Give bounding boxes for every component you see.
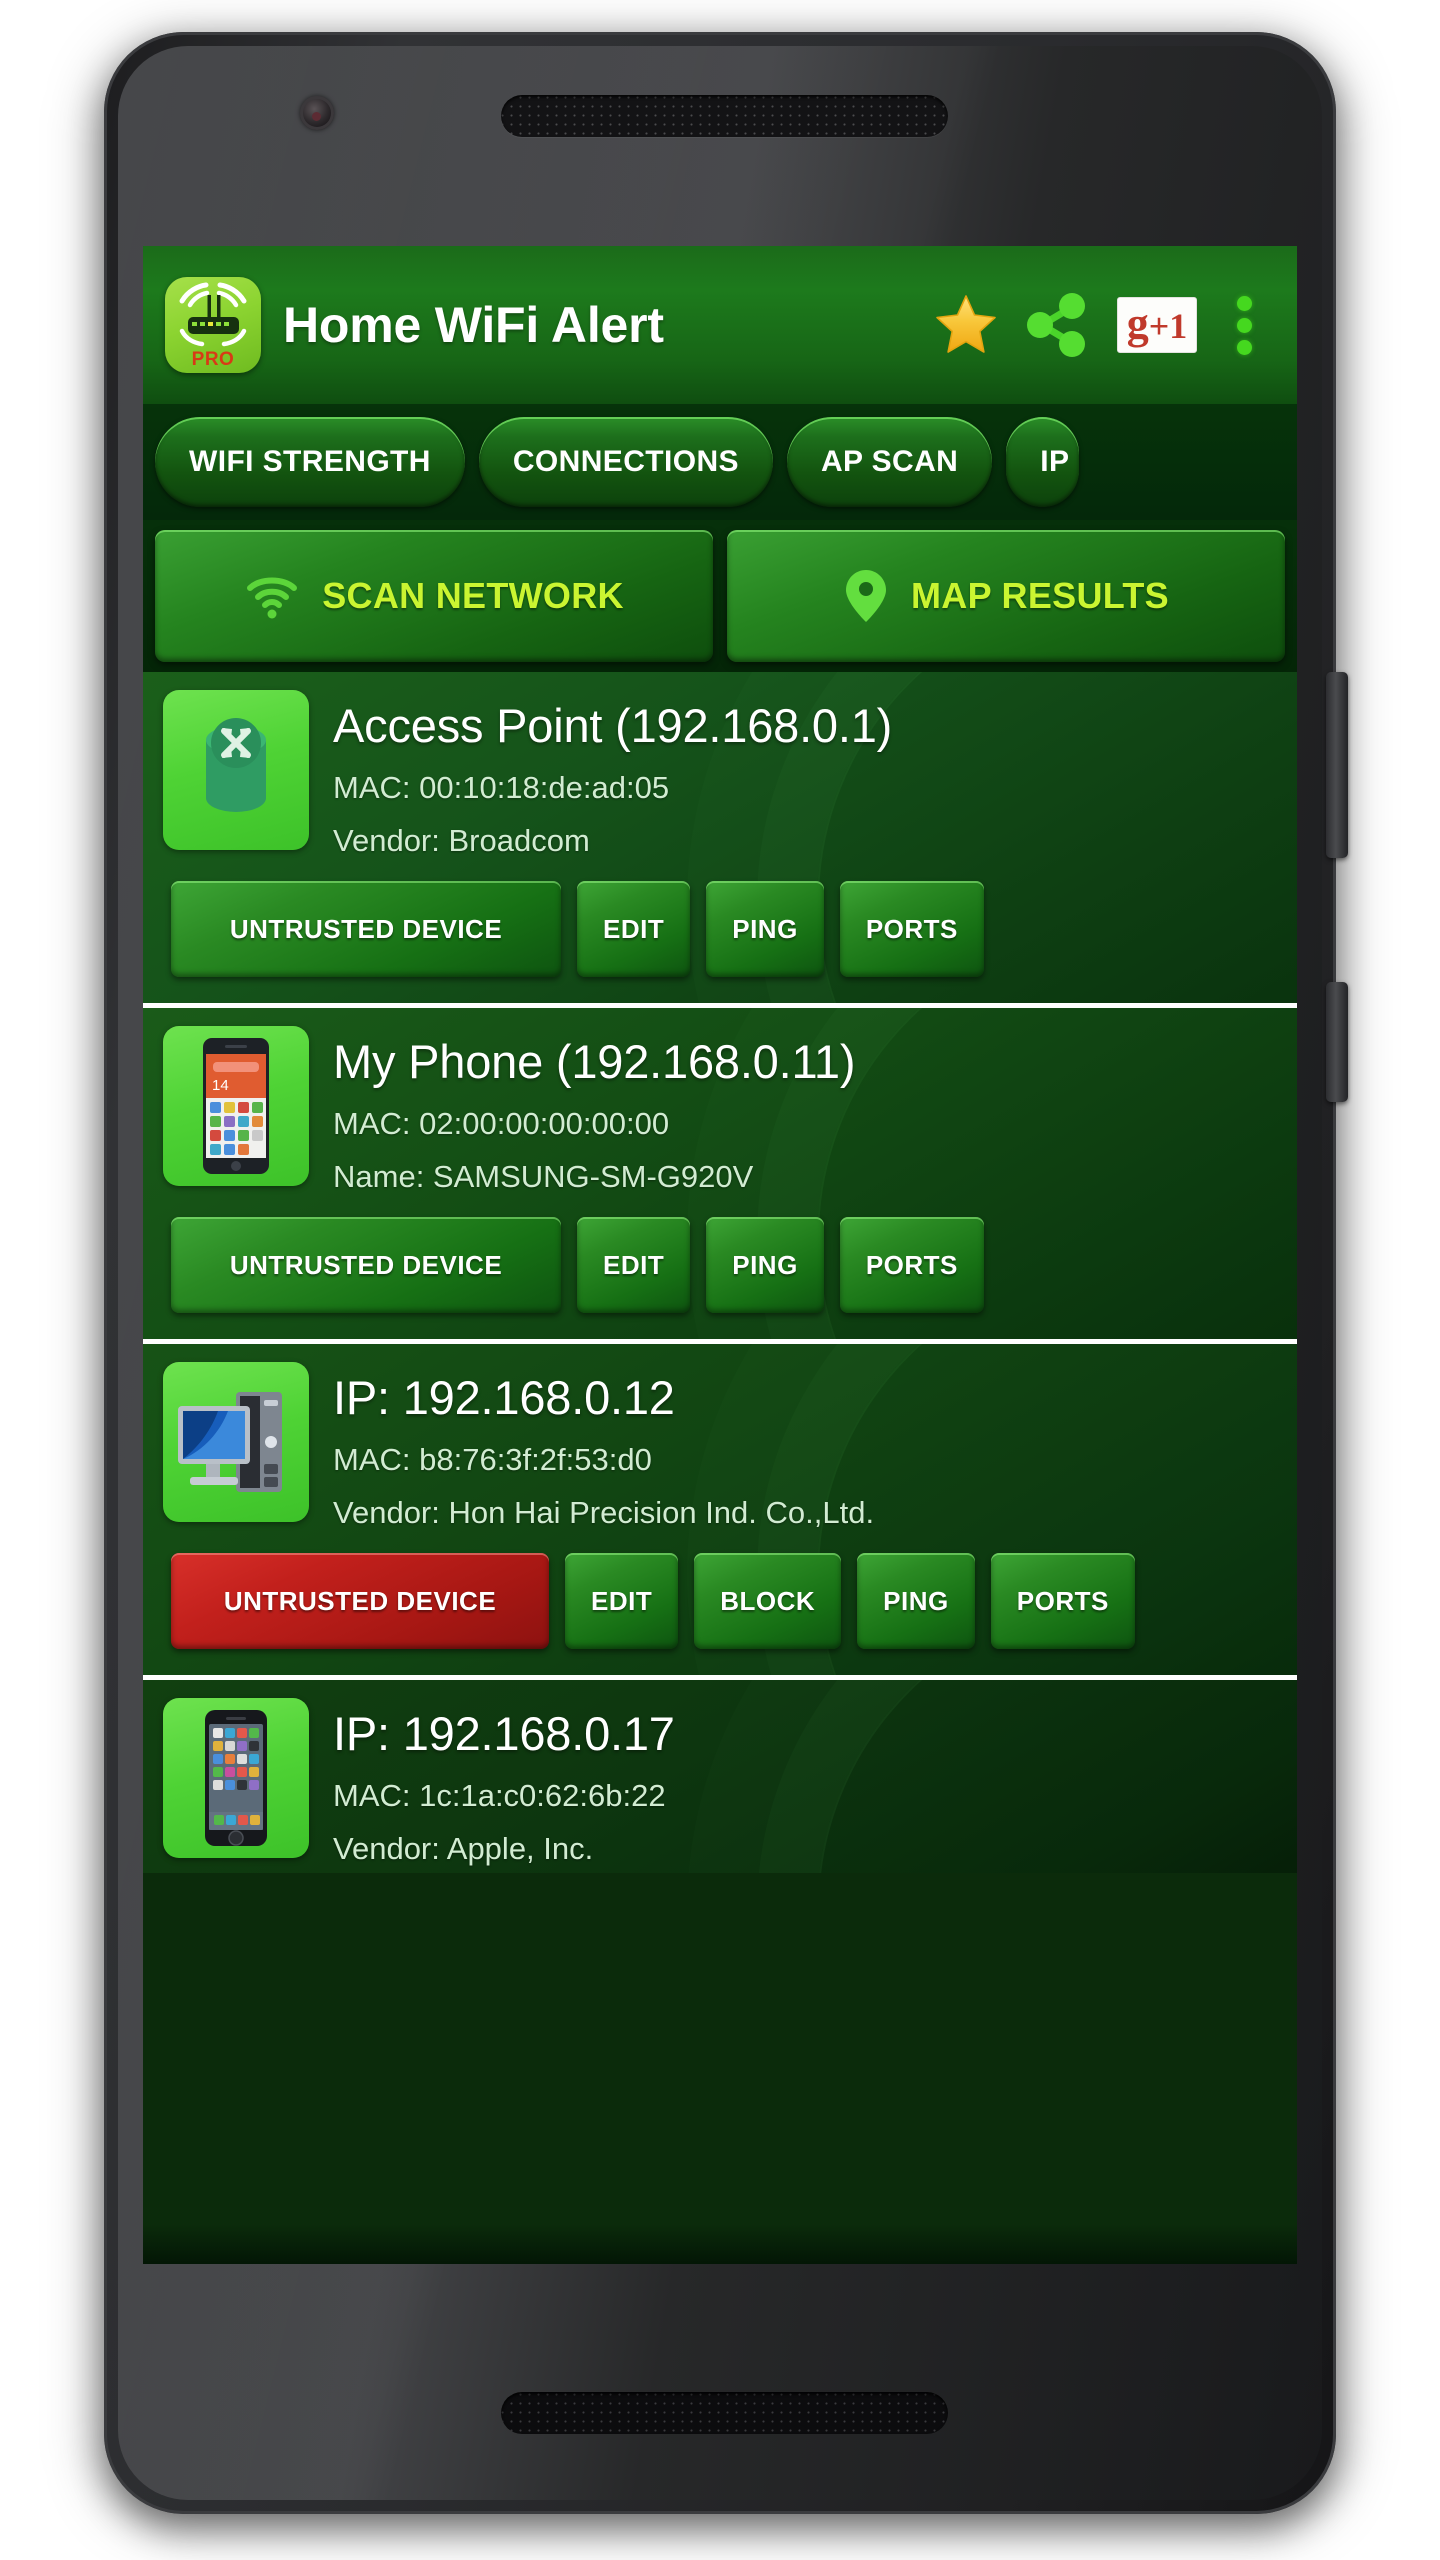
tab-connections[interactable]: CONNECTIONS bbox=[478, 417, 773, 507]
kebab-dot-3 bbox=[1236, 339, 1252, 355]
pro-badge: PRO bbox=[191, 349, 235, 370]
device-vendor: Vendor: Apple, Inc. bbox=[333, 1831, 594, 1866]
camera-lens-dot bbox=[312, 112, 321, 121]
app-bar: PRO Home WiFi Alert g+1 bbox=[143, 246, 1297, 404]
device-title: Access Point (192.168.0.1) bbox=[333, 699, 893, 752]
device-title: IP: 192.168.0.12 bbox=[333, 1371, 675, 1424]
device-row: IP: 192.168.0.12 MAC: b8:76:3f:2f:53:d0 … bbox=[143, 1344, 1297, 1537]
overflow-menu-icon[interactable] bbox=[1209, 289, 1279, 362]
device-row: IP: 192.168.0.17 MAC: 1c:1a:c0:62:6b:22 … bbox=[143, 1680, 1297, 1873]
earpiece-speaker-grille bbox=[501, 95, 948, 137]
device-title: My Phone (192.168.0.11) bbox=[333, 1035, 856, 1088]
trust-toggle-button[interactable]: UNTRUSTED DEVICE bbox=[171, 1553, 549, 1649]
ports-button[interactable]: PORTS bbox=[839, 881, 984, 977]
device-card-iphone[interactable]: IP: 192.168.0.17 MAC: 1c:1a:c0:62:6b:22 … bbox=[143, 1680, 1297, 1873]
screen-bottom-fade bbox=[143, 2224, 1297, 2264]
device-button-row: UNTRUSTED DEVICE EDIT PING PORTS bbox=[143, 1201, 1297, 1339]
iphone-icon bbox=[163, 1698, 309, 1858]
router-device-icon bbox=[163, 690, 309, 850]
tab-strip[interactable]: WIFI STRENGTH CONNECTIONS AP SCAN IP bbox=[143, 404, 1297, 520]
scan-network-button[interactable]: SCAN NETWORK bbox=[155, 530, 713, 662]
device-row: 14 My Phone (192.168.0.11) MAC: 02:00:00… bbox=[143, 1008, 1297, 1201]
map-pin-icon bbox=[846, 570, 886, 622]
app-bar-actions: g+1 bbox=[923, 289, 1279, 362]
power-button[interactable] bbox=[1326, 672, 1348, 858]
screenshot-root: PRO Home WiFi Alert g+1 WIFI STRENGTH CO… bbox=[0, 0, 1440, 2560]
volume-button[interactable] bbox=[1326, 982, 1348, 1102]
device-info: Access Point (192.168.0.1) MAC: 00:10:18… bbox=[333, 690, 892, 859]
ping-button[interactable]: PING bbox=[706, 881, 824, 977]
tab-ap-scan[interactable]: AP SCAN bbox=[786, 417, 993, 507]
device-list[interactable]: Access Point (192.168.0.1) MAC: 00:10:18… bbox=[143, 672, 1297, 1873]
trust-toggle-button[interactable]: UNTRUSTED DEVICE bbox=[171, 881, 561, 977]
edit-button[interactable]: EDIT bbox=[577, 1217, 691, 1313]
device-mac: MAC: 1c:1a:c0:62:6b:22 bbox=[333, 1778, 666, 1813]
ports-button[interactable]: PORTS bbox=[839, 1217, 984, 1313]
device-button-row: UNTRUSTED DEVICE EDIT BLOCK PING PORTS bbox=[143, 1537, 1297, 1675]
primary-action-bar: SCAN NETWORK MAP RESULTS bbox=[143, 520, 1297, 672]
tab-ip[interactable]: IP bbox=[1006, 417, 1080, 507]
map-results-button[interactable]: MAP RESULTS bbox=[727, 530, 1285, 662]
ports-button[interactable]: PORTS bbox=[990, 1553, 1135, 1649]
device-vendor: Vendor: Hon Hai Precision Ind. Co.,Ltd. bbox=[333, 1495, 875, 1530]
google-plus-one-button[interactable]: g+1 bbox=[1105, 297, 1209, 353]
app-screen: PRO Home WiFi Alert g+1 WIFI STRENGTH CO… bbox=[143, 246, 1297, 2264]
edit-button[interactable]: EDIT bbox=[577, 881, 691, 977]
trust-toggle-button[interactable]: UNTRUSTED DEVICE bbox=[171, 1217, 561, 1313]
router-wifi-icon: PRO bbox=[165, 277, 261, 373]
device-card-access-point[interactable]: Access Point (192.168.0.1) MAC: 00:10:18… bbox=[143, 672, 1297, 1003]
device-name: Name: SAMSUNG-SM-G920V bbox=[333, 1159, 754, 1194]
device-mac: MAC: 00:10:18:de:ad:05 bbox=[333, 770, 670, 805]
edit-button[interactable]: EDIT bbox=[565, 1553, 679, 1649]
device-info: IP: 192.168.0.12 MAC: b8:76:3f:2f:53:d0 … bbox=[333, 1362, 874, 1531]
kebab-dot-1 bbox=[1236, 295, 1252, 311]
scan-network-label: SCAN NETWORK bbox=[322, 575, 624, 616]
smartphone-android-icon: 14 bbox=[163, 1026, 309, 1186]
ping-button[interactable]: PING bbox=[857, 1553, 975, 1649]
front-camera-icon bbox=[300, 96, 334, 130]
desktop-computer-icon bbox=[163, 1362, 309, 1522]
device-info: My Phone (192.168.0.11) MAC: 02:00:00:00… bbox=[333, 1026, 856, 1195]
device-button-row: UNTRUSTED DEVICE EDIT PING PORTS bbox=[143, 865, 1297, 1003]
favorite-star-icon[interactable] bbox=[923, 294, 1009, 356]
device-mac: MAC: b8:76:3f:2f:53:d0 bbox=[333, 1442, 652, 1477]
kebab-dot-2 bbox=[1236, 317, 1252, 333]
device-info: IP: 192.168.0.17 MAC: 1c:1a:c0:62:6b:22 … bbox=[333, 1698, 675, 1867]
tab-wifi-strength[interactable]: WIFI STRENGTH bbox=[155, 417, 465, 507]
block-button[interactable]: BLOCK bbox=[694, 1553, 842, 1649]
gplus-plusone-label: +1 bbox=[1148, 306, 1188, 346]
device-mac: MAC: 02:00:00:00:00:00 bbox=[333, 1106, 670, 1141]
device-row: Access Point (192.168.0.1) MAC: 00:10:18… bbox=[143, 672, 1297, 865]
map-results-label: MAP RESULTS bbox=[911, 575, 1169, 616]
device-card-pc[interactable]: IP: 192.168.0.12 MAC: b8:76:3f:2f:53:d0 … bbox=[143, 1344, 1297, 1675]
share-icon[interactable] bbox=[1009, 292, 1105, 358]
ping-button[interactable]: PING bbox=[706, 1217, 824, 1313]
svg-text:14: 14 bbox=[212, 1077, 229, 1094]
gplus-g-label: g bbox=[1126, 299, 1149, 348]
app-title: Home WiFi Alert bbox=[283, 297, 664, 353]
device-title: IP: 192.168.0.17 bbox=[333, 1707, 675, 1760]
device-card-my-phone[interactable]: 14 My Phone (192.168.0.11) MAC: 02:00:00… bbox=[143, 1008, 1297, 1339]
bottom-speaker-grille bbox=[501, 2392, 948, 2434]
wifi-icon bbox=[247, 577, 298, 619]
device-vendor: Vendor: Broadcom bbox=[333, 823, 590, 858]
